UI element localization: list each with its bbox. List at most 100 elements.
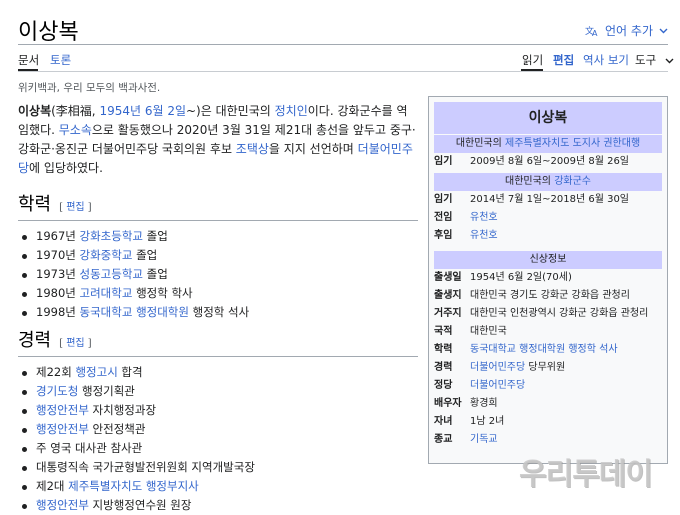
tab-edit[interactable]: 편집 bbox=[553, 52, 574, 68]
edit-section-link[interactable]: [ 편집 ] bbox=[59, 202, 92, 213]
tab-tools[interactable]: 도구 bbox=[635, 52, 674, 68]
list-item-link[interactable]: 제주특별자치도 행정부지사 bbox=[68, 479, 199, 493]
list-item-text: 1970년 bbox=[36, 248, 80, 262]
infobox-personal-header: 신상정보 bbox=[434, 251, 662, 269]
list-item-link[interactable]: 고려대학교 bbox=[80, 286, 133, 300]
office-2-link[interactable]: 강화군수 bbox=[554, 176, 591, 187]
section-divider bbox=[18, 356, 418, 357]
list-item-link[interactable]: 강화초등학교 bbox=[80, 229, 143, 243]
list-item-text: 대통령직속 국가균형발전위원회 지역개발국장 bbox=[36, 460, 255, 474]
birthdate-link[interactable]: 1954년 6월 2일 bbox=[99, 104, 186, 118]
politician-link[interactable]: 정치인 bbox=[275, 104, 308, 118]
section-heading: 경력 [ 편집 ] bbox=[18, 326, 418, 352]
page-title: 이상복 bbox=[18, 20, 79, 45]
list-item: 주 영국 대사관 참사관 bbox=[18, 439, 418, 458]
add-language-button[interactable]: 文A 언어 추가 bbox=[585, 22, 668, 39]
infobox: 이상복 대한민국의 제주특별자치도 도지사 권한대행 임기 2009년 8월 6일… bbox=[428, 96, 668, 464]
list-item-text: 제22회 bbox=[36, 365, 76, 379]
list-item: 1973년 성동고등학교 졸업 bbox=[18, 265, 418, 284]
career-list: 제22회 행정고시 합격 경기도청 행정기획관 행정안전부 자치행정과장 행정안전부 … bbox=[18, 363, 418, 515]
list-item-text: 1998년 bbox=[36, 305, 80, 319]
party-value-link[interactable]: 더불어민주당 bbox=[470, 377, 662, 395]
infobox-row: 종교 기독교 bbox=[434, 431, 662, 449]
independent-link[interactable]: 무소속 bbox=[59, 123, 92, 137]
list-item: 1998년 동국대학교 행정대학원 행정학 석사 bbox=[18, 303, 418, 322]
title-divider bbox=[18, 44, 668, 45]
list-item: 1967년 강화초등학교 졸업 bbox=[18, 227, 418, 246]
tools-label: 도구 bbox=[635, 53, 657, 67]
intro-paragraph: 이상복(李相福, 1954년 6월 2일~)은 대한민국의 정치인이다. 강화군… bbox=[18, 104, 416, 175]
tab-article[interactable]: 문서 bbox=[18, 52, 39, 68]
svg-text:A: A bbox=[592, 29, 598, 37]
list-item: 제22회 행정고시 합격 bbox=[18, 363, 418, 382]
tab-read[interactable]: 읽기 bbox=[522, 52, 543, 68]
chevron-down-icon bbox=[659, 28, 668, 34]
list-item-text: 합격 bbox=[117, 365, 143, 379]
section-divider bbox=[18, 220, 418, 221]
tab-talk[interactable]: 토론 bbox=[50, 52, 71, 68]
list-item-link[interactable]: 동국대학교 행정대학원 bbox=[80, 305, 189, 319]
list-item-text: 행정기획관 bbox=[78, 384, 135, 398]
career-section: 경력 [ 편집 ] 제22회 행정고시 합격경기도청 행정기획관행정안전부 자치행… bbox=[18, 326, 418, 515]
infobox-row: 자녀 1남 2녀 bbox=[434, 416, 505, 427]
education-list: 1967년 강화초등학교 졸업 1970년 강화중학교 졸업 1973년 성동고등학… bbox=[18, 227, 418, 322]
list-item: 행정안전부 자치행정과장 bbox=[18, 401, 418, 420]
infobox-row: 경력 더불어민주당 당무위원 bbox=[434, 362, 566, 373]
list-item-text: 졸업 bbox=[143, 267, 168, 281]
list-item-text: 1967년 bbox=[36, 229, 80, 243]
career-party-link[interactable]: 더불어민주당 bbox=[470, 362, 525, 373]
career-heading: 경력 bbox=[18, 330, 52, 351]
list-item-text: 행정학 석사 bbox=[188, 305, 250, 319]
list-item-link[interactable]: 행정고시 bbox=[75, 365, 117, 379]
predecessor-link[interactable]: 유천호 bbox=[470, 209, 662, 227]
infobox-office-2: 대한민국의 강화군수 bbox=[434, 173, 662, 191]
infobox-row: 후임 유천호 bbox=[434, 227, 662, 245]
list-item-text: 졸업 bbox=[143, 229, 168, 243]
infobox-row: 임기 2014년 7월 1일~2018년 6월 30일 bbox=[434, 194, 630, 205]
office-1-link[interactable]: 제주특별자치도 도지사 권한대행 bbox=[505, 138, 640, 149]
candidate-link[interactable]: 조택상 bbox=[236, 142, 269, 156]
list-item-text: 주 영국 대사관 참사관 bbox=[36, 441, 143, 455]
list-item: 1970년 강화중학교 졸업 bbox=[18, 246, 418, 265]
list-item-link[interactable]: 성동고등학교 bbox=[80, 267, 143, 281]
infobox-row: 국적 대한민국 bbox=[434, 326, 507, 337]
add-language-label: 언어 추가 bbox=[605, 24, 653, 38]
chevron-down-icon bbox=[665, 53, 674, 67]
list-item-text: 1980년 bbox=[36, 286, 80, 300]
list-item: 제2대 제주특별자치도 행정부지사 bbox=[18, 477, 418, 496]
alma-mater-link[interactable]: 동국대학교 행정대학원 행정학 석사 bbox=[470, 341, 662, 359]
education-section: 학력[ 편집 ] 1967년 강화초등학교 졸업 1970년 강화중학교 졸업 19… bbox=[18, 190, 418, 322]
list-item-text: 지방행정연수원 원장 bbox=[88, 498, 192, 512]
tabs-divider bbox=[18, 71, 668, 72]
list-item-text: 1973년 bbox=[36, 267, 80, 281]
edit-section-link[interactable]: [ 편집 ] bbox=[59, 338, 92, 349]
translate-icon: 文A bbox=[585, 24, 599, 37]
list-item: 행정안전부 안전정책관 bbox=[18, 420, 418, 439]
list-item-text: 자치행정과장 bbox=[88, 403, 157, 417]
tab-history[interactable]: 역사 보기 bbox=[583, 52, 629, 68]
list-item-link[interactable]: 행정안전부 bbox=[36, 422, 89, 436]
infobox-row: 전임 유천호 bbox=[434, 209, 662, 227]
infobox-row: 출생지 대한민국 경기도 강화군 강화읍 관청리 bbox=[434, 290, 630, 301]
list-item-link[interactable]: 경기도청 bbox=[36, 384, 78, 398]
list-item-text: 제2대 bbox=[36, 479, 69, 493]
successor-link[interactable]: 유천호 bbox=[470, 227, 662, 245]
infobox-row: 학력 동국대학교 행정대학원 행정학 석사 bbox=[434, 341, 662, 359]
infobox-office-1: 대한민국의 제주특별자치도 도지사 권한대행 bbox=[434, 135, 662, 153]
watermark-logo: 우리투데이 bbox=[519, 457, 653, 492]
list-item-text: 행정학 학사 bbox=[132, 286, 193, 300]
list-item-link[interactable]: 강화중학교 bbox=[80, 248, 133, 262]
section-heading: 학력 [ 편집 ] bbox=[18, 190, 418, 216]
list-item-link[interactable]: 행정안전부 bbox=[36, 403, 89, 417]
list-item-link[interactable]: 행정안전부 bbox=[36, 498, 89, 512]
list-item-text: 안전정책관 bbox=[88, 422, 146, 436]
list-item: 1980년 고려대학교 행정학 학사 bbox=[18, 284, 418, 303]
list-item: 대통령직속 국가균형발전위원회 지역개발국장 bbox=[18, 458, 418, 477]
religion-link[interactable]: 기독교 bbox=[470, 431, 662, 449]
infobox-row: 정당 더불어민주당 bbox=[434, 377, 662, 395]
infobox-row: 임기 2009년 8월 6일~2009년 8월 26일 bbox=[434, 156, 630, 167]
education-heading: 학력 bbox=[18, 194, 52, 215]
site-tagline: 위키백과, 우리 모두의 백과사전. bbox=[18, 82, 161, 94]
infobox-title: 이상복 bbox=[434, 102, 662, 134]
subject-name: 이상복 bbox=[18, 104, 52, 118]
